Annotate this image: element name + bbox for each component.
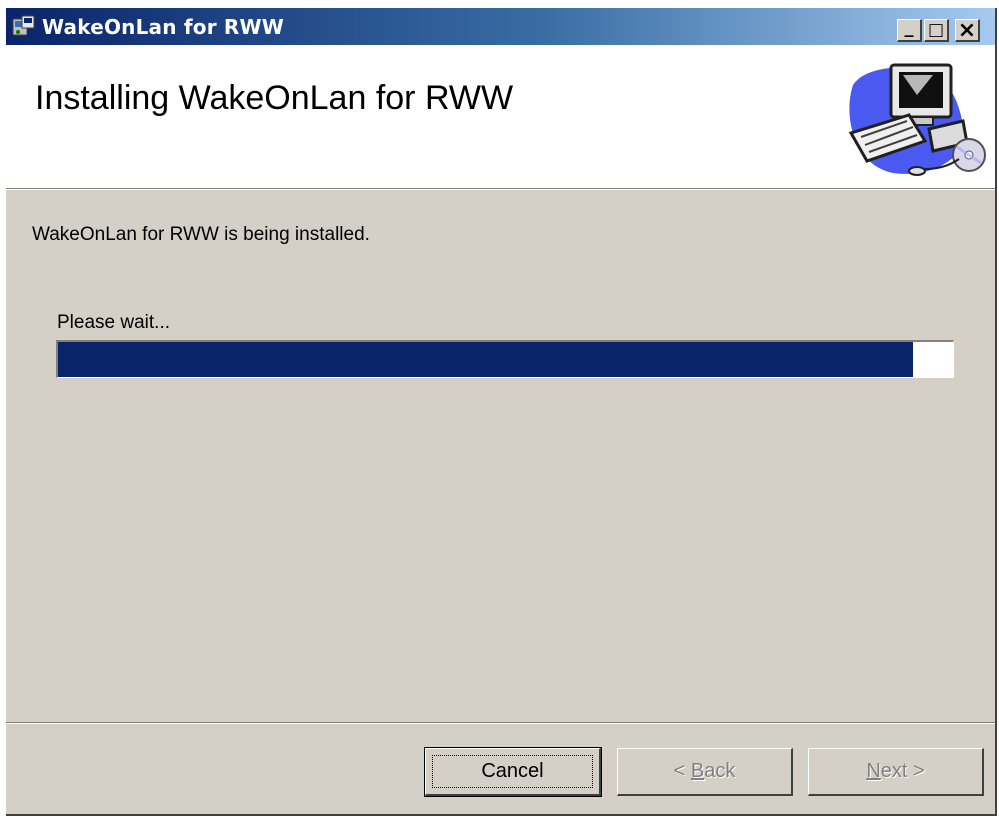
computer-with-disc-graphic bbox=[848, 63, 986, 176]
back-button-access-key: B bbox=[690, 760, 705, 782]
maximize-icon: □ bbox=[927, 20, 945, 40]
status-text: WakeOnLan for RWW is being installed. bbox=[32, 224, 370, 245]
footer-divider bbox=[6, 722, 995, 724]
back-button-label-rest: ack bbox=[704, 760, 736, 782]
cancel-button[interactable]: Cancel bbox=[424, 747, 602, 797]
progress-bar bbox=[56, 340, 954, 378]
minimize-icon: _ bbox=[904, 16, 914, 38]
next-button-label-rest: ext > bbox=[880, 760, 925, 782]
header-divider bbox=[6, 189, 995, 190]
title-bar[interactable]: WakeOnLan for RWW _ □ × bbox=[6, 8, 995, 45]
back-button[interactable]: < Back bbox=[617, 748, 793, 796]
minimize-button[interactable]: _ bbox=[897, 16, 922, 42]
back-button-prefix: < bbox=[673, 760, 691, 782]
wait-label: Please wait... bbox=[57, 312, 170, 333]
close-button[interactable]: × bbox=[955, 17, 980, 43]
focus-rectangle bbox=[432, 755, 593, 788]
close-icon: × bbox=[957, 17, 977, 43]
installer-window: WakeOnLan for RWW _ □ × Installing WakeO… bbox=[6, 8, 997, 816]
window-title: WakeOnLan for RWW bbox=[42, 15, 285, 39]
installer-icon bbox=[12, 15, 35, 36]
header-banner: Installing WakeOnLan for RWW bbox=[6, 45, 995, 189]
next-button-access-key: N bbox=[866, 760, 881, 782]
next-button[interactable]: Next > bbox=[808, 748, 984, 796]
page-title: Installing WakeOnLan for RWW bbox=[35, 79, 514, 117]
maximize-button[interactable]: □ bbox=[924, 19, 949, 42]
progress-fill bbox=[58, 342, 913, 377]
